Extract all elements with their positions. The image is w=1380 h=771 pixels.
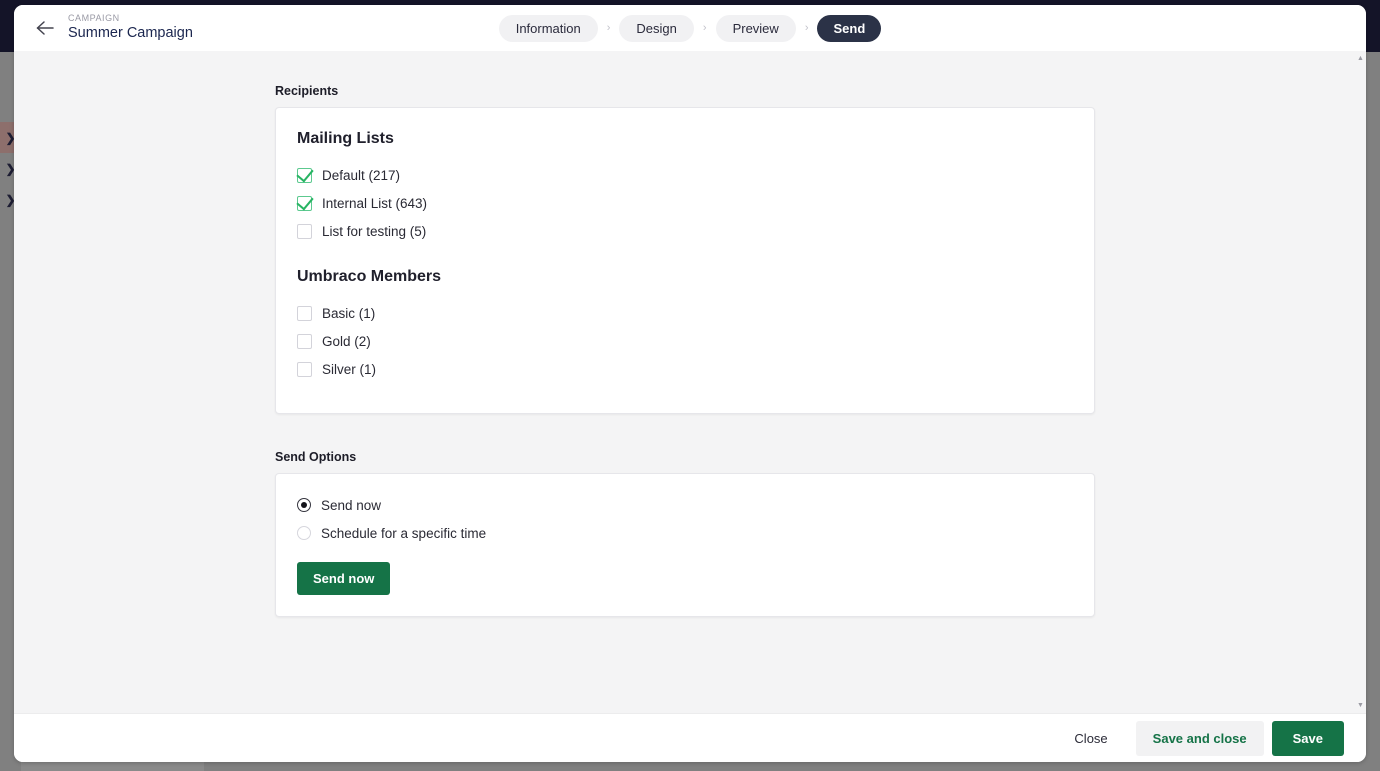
checkbox-internal-list[interactable] bbox=[297, 195, 312, 211]
checkbox-default[interactable] bbox=[297, 167, 312, 183]
screen-root: ❯ ❯ ❯ CAMPAIGN Summer Campaign Informati… bbox=[0, 0, 1380, 771]
umbraco-members-heading: Umbraco Members bbox=[297, 268, 442, 285]
list-item[interactable]: Basic (1) bbox=[297, 299, 1073, 327]
list-item-label: Basic (1) bbox=[322, 305, 376, 321]
list-item-label: Silver (1) bbox=[322, 361, 377, 377]
caret-up-icon[interactable]: ▲ bbox=[1355, 53, 1366, 64]
modal-footer: Close Save and close Save bbox=[14, 713, 1366, 762]
save-and-close-button[interactable]: Save and close bbox=[1135, 720, 1264, 756]
send-options-card: Send now Schedule for a specific time Se… bbox=[275, 473, 1095, 617]
campaign-editor-modal: CAMPAIGN Summer Campaign Information › D… bbox=[14, 5, 1366, 762]
recipients-section-label: Recipients bbox=[275, 84, 339, 98]
checkbox-gold[interactable] bbox=[297, 333, 312, 349]
list-item-label: Default (217) bbox=[322, 167, 401, 183]
tab-send[interactable]: Send bbox=[817, 14, 882, 42]
list-item[interactable]: Gold (2) bbox=[297, 327, 1073, 355]
content-column: Recipients Mailing Lists Default (217) I… bbox=[275, 84, 1095, 617]
list-item[interactable]: Internal List (643) bbox=[297, 189, 1073, 217]
chevron-right-icon: › bbox=[702, 22, 707, 34]
radio-label: Schedule for a specific time bbox=[321, 525, 487, 541]
save-button[interactable]: Save bbox=[1271, 720, 1344, 756]
modal-header: CAMPAIGN Summer Campaign Information › D… bbox=[14, 5, 1366, 51]
checkbox-silver[interactable] bbox=[297, 361, 312, 377]
content-scroll-area: Recipients Mailing Lists Default (217) I… bbox=[14, 51, 1366, 713]
arrow-left-icon bbox=[36, 21, 54, 35]
checkbox-basic[interactable] bbox=[297, 305, 312, 321]
caret-down-icon[interactable]: ▼ bbox=[1355, 700, 1366, 711]
breadcrumb-eyebrow: CAMPAIGN bbox=[68, 13, 120, 24]
title-block: CAMPAIGN Summer Campaign bbox=[68, 13, 193, 42]
step-tabs: Information › Design › Preview › Send bbox=[14, 5, 1366, 51]
chevron-right-icon: › bbox=[606, 22, 611, 34]
page-title: Summer Campaign bbox=[68, 24, 193, 41]
tab-information[interactable]: Information bbox=[498, 14, 598, 42]
send-now-button[interactable]: Send now bbox=[297, 562, 391, 595]
radio-label: Send now bbox=[321, 497, 382, 513]
list-item-label: List for testing (5) bbox=[322, 223, 427, 239]
radio-row-send-now[interactable]: Send now bbox=[297, 491, 1073, 519]
list-item[interactable]: List for testing (5) bbox=[297, 217, 1073, 245]
modal-body: Recipients Mailing Lists Default (217) I… bbox=[14, 51, 1366, 713]
back-button[interactable] bbox=[28, 11, 62, 45]
list-item-label: Gold (2) bbox=[322, 333, 371, 349]
list-item[interactable]: Default (217) bbox=[297, 161, 1073, 189]
tab-design[interactable]: Design bbox=[619, 14, 694, 42]
recipients-card: Mailing Lists Default (217) Internal Lis… bbox=[275, 107, 1095, 414]
list-item-label: Internal List (643) bbox=[322, 195, 428, 211]
tab-preview[interactable]: Preview bbox=[715, 14, 796, 42]
close-button[interactable]: Close bbox=[1060, 722, 1121, 755]
list-item[interactable]: Silver (1) bbox=[297, 355, 1073, 383]
vertical-scrollbar[interactable]: ▲ ▼ bbox=[1355, 51, 1366, 713]
radio-row-schedule[interactable]: Schedule for a specific time bbox=[297, 519, 1073, 547]
checkbox-list-for-testing[interactable] bbox=[297, 223, 312, 239]
radio-schedule[interactable] bbox=[297, 526, 311, 540]
chevron-right-icon: › bbox=[804, 22, 809, 34]
send-options-section-label: Send Options bbox=[275, 450, 357, 464]
mailing-lists-heading: Mailing Lists bbox=[297, 130, 394, 147]
radio-send-now[interactable] bbox=[297, 498, 311, 512]
